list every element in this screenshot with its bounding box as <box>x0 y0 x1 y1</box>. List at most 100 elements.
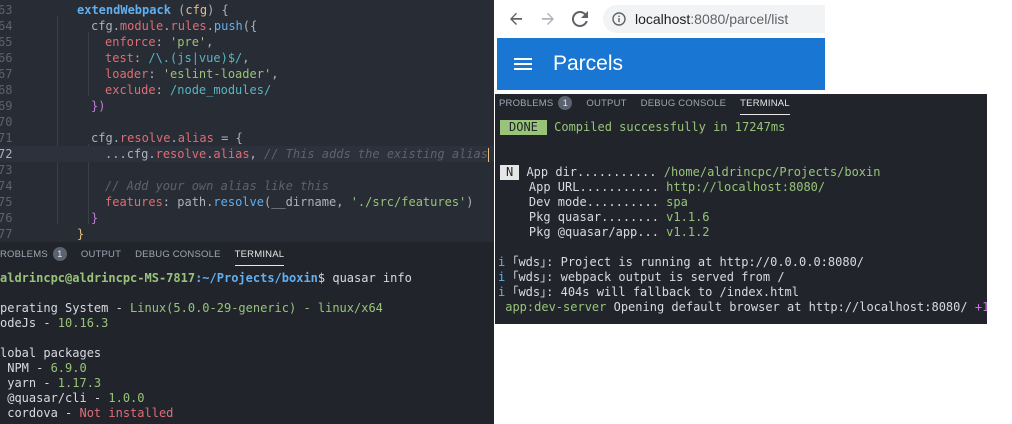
code-token: /\.(js|vue)$/ <box>148 51 243 65</box>
terminal-npm-line: NPM - 6.9.0 <box>0 361 87 375</box>
tab-terminal[interactable]: TERMINAL <box>234 242 285 268</box>
code-line[interactable]: 76} <box>0 210 494 226</box>
code-content: loader: 'eslint-loader', <box>105 66 278 82</box>
done-badge: DONE <box>500 120 547 135</box>
code-line[interactable]: 67 loader: 'eslint-loader', <box>0 66 494 82</box>
left-bottom-panel: ROBLEMS 1 OUTPUT DEBUG CONSOLE TERMINAL a… <box>0 242 494 424</box>
tab-debug-console[interactable]: DEBUG CONSOLE <box>135 242 220 268</box>
code-token: cfg <box>126 147 149 161</box>
code-token: cfg <box>91 131 113 145</box>
code-token: './src/features' <box>350 195 467 209</box>
tab-debug-console[interactable]: DEBUG CONSOLE <box>641 94 726 117</box>
code-line[interactable]: 69}) <box>0 98 494 114</box>
code-line[interactable]: 75 features: path.resolve(__dirname, './s… <box>0 194 494 210</box>
code-line[interactable]: 64 cfg.module.rules.push({ <box>0 18 494 34</box>
code-token: rules <box>170 19 207 33</box>
reload-button[interactable] <box>569 8 591 30</box>
info-row: Pkg @quasar/app... v1.1.2 <box>500 225 710 239</box>
code-content: exclude: /node_modules/ <box>105 82 271 98</box>
wds-line: i ｢wds｣: Project is running at http://0.… <box>498 255 865 269</box>
code-content: cfg.resolve.alias = { <box>91 130 243 146</box>
info-row: Pkg quasar........ v1.1.6 <box>500 210 710 224</box>
code-line[interactable]: 73 <box>0 162 494 178</box>
code-line[interactable]: 66 test: /\.(js|vue)$/, <box>0 50 494 66</box>
line-number: 70 <box>0 115 13 129</box>
left-vscode-window: 63 extendWebpack (cfg) {64 cfg.module.rule… <box>0 0 494 424</box>
code-token: alias <box>213 147 250 161</box>
browser-window: localhost:8080/parcel/list Parcels <box>497 0 825 90</box>
info-row: App URL........... http://localhost:8080… <box>500 180 826 194</box>
code-token: test <box>105 51 134 65</box>
code-token: cfg <box>91 19 113 33</box>
menu-button[interactable] <box>513 54 533 74</box>
code-token: /node_modules/ <box>170 83 272 97</box>
code-line[interactable]: 63 extendWebpack (cfg) { <box>0 2 494 18</box>
info-row: N App dir........... /home/aldrincpc/Pro… <box>500 165 880 180</box>
dev-server-line: app:dev-server Opening default browser a… <box>498 300 987 314</box>
code-line[interactable]: 65 enforce: 'pre', <box>0 34 494 50</box>
terminal-cordova-line: cordova - Not installed <box>0 406 174 420</box>
terminal-yarn-line: yarn - 1.17.3 <box>0 376 102 390</box>
code-content: cfg.module.rules.push({ <box>91 18 257 34</box>
code-token: ) <box>466 195 474 209</box>
code-content: features: path.resolve(__dirname, './src… <box>105 194 474 210</box>
n-badge: N <box>500 165 520 180</box>
tab-problems[interactable]: ROBLEMS 1 <box>0 242 67 268</box>
url-text: localhost:8080/parcel/list <box>635 11 789 27</box>
code-line[interactable]: 71 cfg.resolve.alias = { <box>0 130 494 146</box>
problems-count-badge: 1 <box>52 247 67 262</box>
code-content: extendWebpack (cfg) { <box>77 2 229 18</box>
wds-line: i ｢wds｣: webpack output is served from / <box>498 270 785 284</box>
browser-toolbar: localhost:8080/parcel/list <box>497 0 825 38</box>
line-number: 68 <box>0 83 13 97</box>
line-number: 64 <box>0 19 13 33</box>
code-token: exclude <box>105 83 156 97</box>
code-token: } <box>77 227 85 240</box>
code-line[interactable]: 68 exclude: /node_modules/ <box>0 82 494 98</box>
code-token: , <box>242 51 250 65</box>
tab-terminal[interactable]: TERMINAL <box>740 94 790 117</box>
code-content: }) <box>91 98 105 114</box>
app-title: Parcels <box>553 52 624 75</box>
line-number: 69 <box>0 99 13 113</box>
code-token: cfg <box>185 3 208 17</box>
info-icon[interactable] <box>612 12 626 26</box>
code-token: . <box>148 147 156 161</box>
code-line[interactable]: 70 <box>0 114 494 130</box>
code-token: . <box>206 19 214 33</box>
code-token: = { <box>213 131 243 145</box>
problems-count-badge: 1 <box>558 96 573 111</box>
terminal-os-line: perating System - Linux(5.0.0-29-generic… <box>0 301 383 315</box>
terminal-prompt-line: aldrincpc@aldrincpc-MS-7817:~/Projects/b… <box>0 271 412 285</box>
code-content: test: /\.(js|vue)$/, <box>105 50 250 66</box>
code-token: 'eslint-loader' <box>162 67 272 81</box>
code-token: . <box>112 19 120 33</box>
code-token: } <box>91 211 99 225</box>
code-token: , <box>249 147 264 161</box>
code-token: . <box>170 131 178 145</box>
code-token: : <box>155 35 171 49</box>
code-editor[interactable]: 63 extendWebpack (cfg) {64 cfg.module.rule… <box>0 0 494 240</box>
back-button[interactable] <box>505 8 527 30</box>
code-content: ...cfg.resolve.alias, // This adds the e… <box>105 146 489 162</box>
code-token: resolve <box>119 131 171 145</box>
terminal-cli-line: @quasar/cli - 1.0.0 <box>0 391 145 405</box>
code-token: ({ <box>242 19 258 33</box>
tab-output[interactable]: OUTPUT <box>586 94 626 117</box>
arrow-left-icon <box>510 12 522 25</box>
code-line[interactable]: 77} <box>0 226 494 240</box>
code-line[interactable]: 74 // Add your own alias like this <box>0 178 494 194</box>
code-content: } <box>91 210 98 226</box>
tab-output[interactable]: OUTPUT <box>81 242 121 268</box>
line-number: 75 <box>0 195 13 209</box>
line-number: 73 <box>0 163 13 177</box>
code-token: alias <box>177 131 214 145</box>
code-token: path <box>177 195 207 209</box>
code-line[interactable]: 72 ...cfg.resolve.alias, // This adds the… <box>0 146 494 162</box>
tab-problems[interactable]: PROBLEMS 1 <box>499 94 573 117</box>
address-bar[interactable]: localhost:8080/parcel/list <box>603 5 825 33</box>
line-number: 65 <box>0 35 13 49</box>
line-number: 66 <box>0 51 13 65</box>
forward-button[interactable] <box>537 8 559 30</box>
info-row: Dev mode.......... spa <box>500 195 688 209</box>
